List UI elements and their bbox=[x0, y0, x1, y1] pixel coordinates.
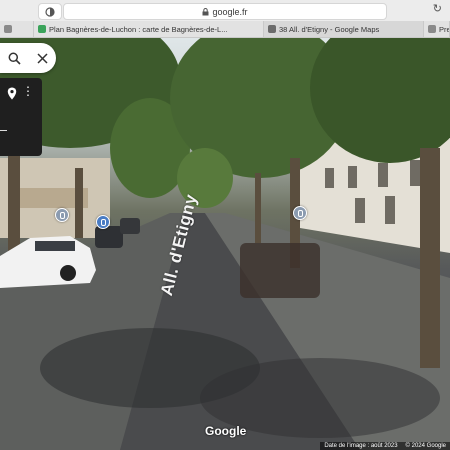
tab-favicon bbox=[428, 25, 436, 33]
tab-label: Pre bbox=[439, 24, 450, 34]
building-window bbox=[348, 166, 357, 188]
search-icon[interactable] bbox=[8, 52, 21, 65]
reload-icon[interactable]: ↻ bbox=[433, 2, 442, 15]
parked-dark-car bbox=[95, 226, 123, 248]
browser-toolbar: google.fr ↻ bbox=[0, 0, 450, 21]
tab-favicon bbox=[4, 25, 12, 33]
navigation-dot[interactable] bbox=[293, 206, 307, 220]
car-wheel bbox=[60, 265, 76, 281]
address-bar[interactable]: google.fr bbox=[63, 3, 387, 20]
lock-icon bbox=[202, 7, 209, 15]
tree-trunk bbox=[75, 168, 83, 238]
place-info-panel[interactable]: ⋮ bbox=[0, 78, 42, 156]
street-view-panorama[interactable]: All. d'Etigny bbox=[0, 38, 450, 450]
search-panel bbox=[0, 43, 56, 73]
tree-trunk bbox=[420, 148, 440, 368]
tab-bar: Plan Bagnères-de-Luchon : carte de Bagnè… bbox=[0, 21, 450, 38]
google-logo: Google bbox=[205, 424, 247, 438]
url-text: google.fr bbox=[212, 6, 248, 17]
tab-2[interactable]: 38 All. d'Etigny - Google Maps bbox=[264, 21, 424, 37]
location-pin-icon bbox=[7, 87, 17, 100]
footer-bar: Date de l'image : août 2023 © 2024 Googl… bbox=[320, 442, 450, 450]
building-window bbox=[410, 160, 420, 186]
parked-dark-car bbox=[120, 218, 140, 234]
image-date: Date de l'image : août 2023 bbox=[324, 443, 398, 449]
building-window bbox=[385, 196, 395, 224]
more-vertical-icon[interactable]: ⋮ bbox=[22, 84, 34, 98]
parked-dark-car bbox=[240, 243, 320, 298]
car-windshield bbox=[35, 241, 75, 251]
tab-favicon bbox=[268, 25, 276, 33]
tab-label: Plan Bagnères-de-Luchon : carte de Bagnè… bbox=[49, 24, 228, 34]
tree-trunk bbox=[255, 173, 261, 243]
building-window bbox=[378, 163, 388, 187]
tab-1[interactable]: Plan Bagnères-de-Luchon : carte de Bagnè… bbox=[34, 21, 264, 37]
tab-3[interactable]: Pre bbox=[424, 21, 450, 37]
privacy-report-button[interactable] bbox=[38, 3, 62, 20]
tab-label: 38 All. d'Etigny - Google Maps bbox=[279, 24, 380, 34]
copyright-text: © 2024 Google bbox=[405, 443, 446, 449]
close-icon[interactable] bbox=[37, 52, 48, 64]
navigation-dot[interactable] bbox=[55, 208, 69, 222]
navigation-dot[interactable] bbox=[96, 215, 110, 229]
building-window bbox=[355, 198, 365, 223]
tab-favicon bbox=[38, 25, 46, 33]
street-scene bbox=[0, 38, 450, 450]
divider bbox=[0, 130, 7, 131]
shield-icon bbox=[45, 6, 55, 17]
building-window bbox=[325, 168, 334, 188]
tab-0[interactable] bbox=[0, 21, 34, 37]
